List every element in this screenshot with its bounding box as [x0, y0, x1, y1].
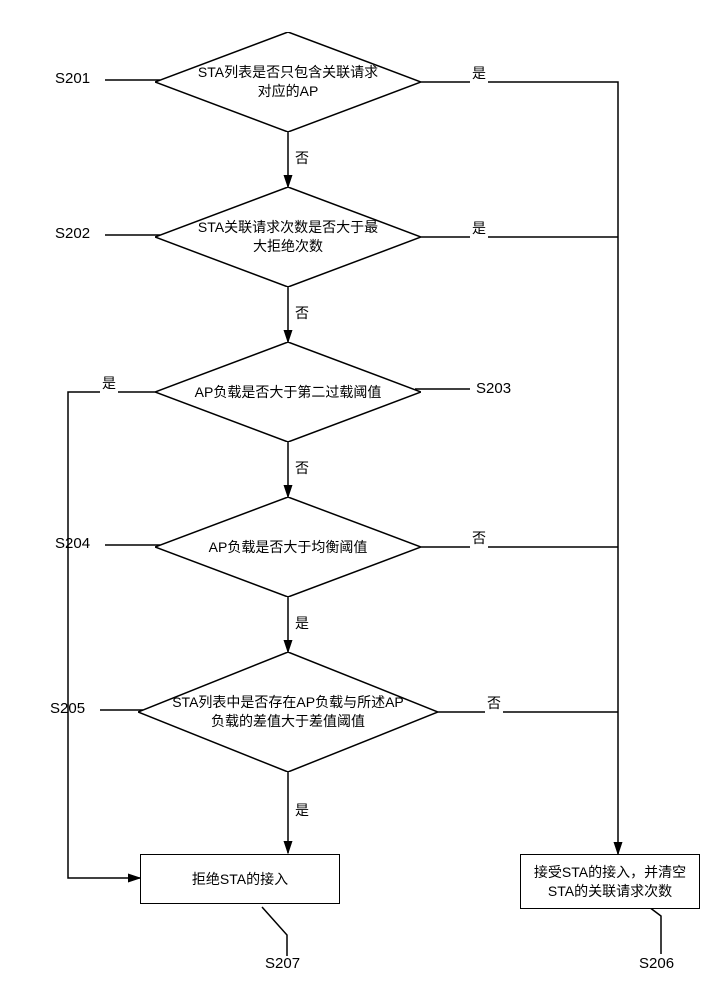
step-label-s204: S204 [55, 535, 90, 552]
edge-label-yes: 是 [100, 373, 118, 393]
decision-ap-load-gt-second-overload: AP负载是否大于第二过载阈值 [155, 342, 421, 442]
edge-label-yes: 是 [470, 218, 488, 238]
diamond-text: STA列表是否只包含关联请求对应的AP [155, 63, 421, 101]
edge-label-no: 否 [485, 693, 503, 713]
edge-label-no: 否 [470, 528, 488, 548]
edge-label-yes: 是 [293, 800, 311, 820]
diamond-text: AP负载是否大于第二过载阈值 [159, 383, 418, 402]
step-label-s206: S206 [639, 955, 674, 972]
decision-ap-load-gt-balance: AP负载是否大于均衡阈值 [155, 497, 421, 597]
edge-label-no: 否 [293, 148, 311, 168]
step-label-s203: S203 [476, 380, 511, 397]
step-label-s201: S201 [55, 70, 90, 87]
edge-label-no: 否 [293, 303, 311, 323]
diamond-text: AP负载是否大于均衡阈值 [173, 538, 404, 557]
decision-request-count-gt-max-reject: STA关联请求次数是否大于最大拒绝次数 [155, 187, 421, 287]
diamond-text: STA关联请求次数是否大于最大拒绝次数 [155, 218, 421, 256]
edge-label-yes: 是 [293, 613, 311, 633]
step-label-s205: S205 [50, 700, 85, 717]
decision-load-difference-gt-threshold: STA列表中是否存在AP负载与所述AP负载的差值大于差值阈值 [138, 652, 438, 772]
step-label-s207: S207 [265, 955, 300, 972]
action-reject-sta: 拒绝STA的接入 [140, 854, 340, 904]
rect-text: 拒绝STA的接入 [192, 870, 288, 889]
edge-label-no: 否 [293, 458, 311, 478]
flowchart-canvas: STA列表是否只包含关联请求对应的AP STA关联请求次数是否大于最大拒绝次数 … [0, 0, 720, 1000]
edge-label-yes: 是 [470, 63, 488, 83]
diamond-text: STA列表中是否存在AP负载与所述AP负载的差值大于差值阈值 [138, 693, 438, 731]
rect-text: 接受STA的接入，并清空STA的关联请求次数 [531, 863, 689, 901]
action-accept-sta: 接受STA的接入，并清空STA的关联请求次数 [520, 854, 700, 909]
step-label-s202: S202 [55, 225, 90, 242]
decision-sta-list-only-ap: STA列表是否只包含关联请求对应的AP [155, 32, 421, 132]
